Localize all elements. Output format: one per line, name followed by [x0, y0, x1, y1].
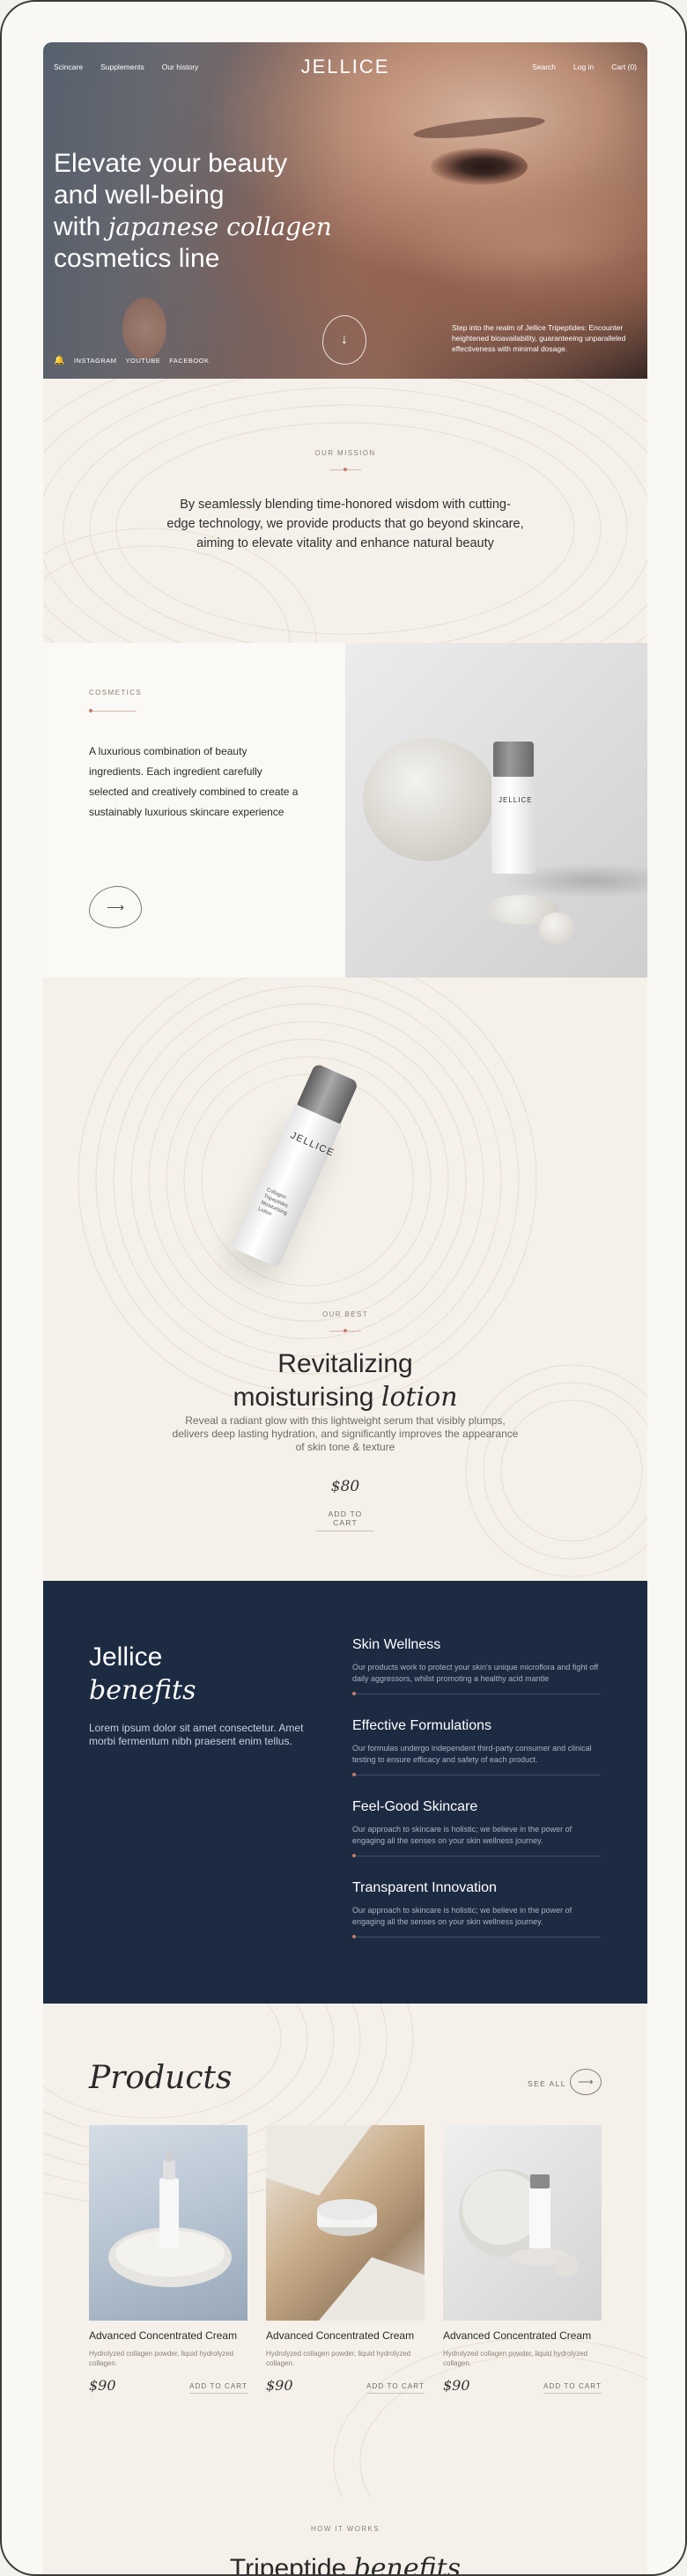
- mission-overline: OUR MISSION: [314, 449, 376, 457]
- product-name[interactable]: Advanced Concentrated Cream: [89, 2329, 247, 2342]
- product-image[interactable]: [266, 2125, 425, 2321]
- product-desc: Hydrolyzed collagen powder, liquid hydro…: [89, 2350, 234, 2367]
- product-image[interactable]: [89, 2125, 247, 2321]
- benefit-item: Skin Wellness Our products work to prote…: [352, 1637, 601, 1695]
- cosmetics-image: JELLICE: [345, 643, 647, 978]
- product-name[interactable]: Advanced Concentrated Cream: [266, 2329, 425, 2342]
- divider-dot: [329, 1328, 361, 1333]
- add-to-cart-button[interactable]: ADD TO CART: [316, 1509, 374, 1532]
- social-facebook[interactable]: FACEBOOK: [169, 357, 209, 365]
- benefit-title: Effective Formulations: [352, 1718, 491, 1733]
- nav-link-our-history[interactable]: Our history: [162, 63, 199, 71]
- logo[interactable]: JELLICE: [301, 55, 390, 78]
- best-price: $80: [330, 1478, 360, 1495]
- best-overline: OUR BEST: [321, 1310, 369, 1318]
- benefits-title: Jellice benefits: [89, 1642, 196, 1706]
- see-all-button[interactable]: ⟶: [570, 2069, 602, 2095]
- mission-section: OUR MISSION By seamlessly blending time-…: [43, 379, 647, 643]
- benefits-section: Jellice benefits Lorem ipsum dolor sit a…: [43, 1581, 647, 2004]
- nav-link-supplements[interactable]: Supplements: [100, 63, 144, 71]
- best-description: Reveal a radiant glow with this lightwei…: [172, 1414, 519, 1453]
- product-desc: Hydrolyzed collagen powder, liquid hydro…: [443, 2350, 588, 2367]
- benefit-item: Effective Formulations Our formulas unde…: [352, 1718, 601, 1776]
- benefit-title: Feel-Good Skincare: [352, 1799, 478, 1814]
- social-youtube[interactable]: YOUTUBE: [125, 357, 160, 365]
- cosmetics-text: A luxurious combination of beauty ingred…: [89, 745, 299, 818]
- nav-search-link[interactable]: Search: [532, 63, 556, 71]
- benefit-text: Our approach to skincare is holistic; we…: [352, 1906, 572, 1926]
- see-all-link[interactable]: SEE ALL: [528, 2079, 566, 2088]
- products-title: Products: [89, 2060, 233, 2096]
- browser-frame: Scincare Supplements Our history JELLICE…: [0, 0, 687, 2576]
- divider-dot: [89, 708, 137, 713]
- hero-note: Step into the realm of Jellice Tripeptid…: [452, 323, 626, 353]
- arrow-right-icon: ⟶: [106, 899, 125, 914]
- product-card[interactable]: Advanced Concentrated Cream Hydrolyzed c…: [443, 2125, 602, 2394]
- hero-title: Elevate your beauty and well-being with …: [54, 149, 332, 273]
- benefit-text: Our products work to protect your skin's…: [352, 1663, 599, 1683]
- arrow-right-icon: ⟶: [578, 2076, 594, 2088]
- nav-cart-link[interactable]: Cart (0): [611, 63, 637, 71]
- product-bottle: JELLICE: [491, 742, 536, 874]
- top-nav: Scincare Supplements Our history JELLICE…: [54, 55, 637, 78]
- product-price: $90: [266, 2377, 293, 2394]
- scroll-down-button[interactable]: ↓: [322, 315, 366, 365]
- product-card[interactable]: Advanced Concentrated Cream Hydrolyzed c…: [89, 2125, 247, 2394]
- hero-section: Scincare Supplements Our history JELLICE…: [43, 42, 647, 379]
- product-name[interactable]: Advanced Concentrated Cream: [443, 2329, 602, 2342]
- arrow-down-icon: ↓: [341, 332, 348, 347]
- benefit-text: Our formulas undergo independent third-p…: [352, 1744, 592, 1764]
- add-to-cart-button[interactable]: ADD TO CART: [366, 2382, 425, 2394]
- mission-text: By seamlessly blending time-honored wisd…: [166, 498, 524, 550]
- featured-product-bottle[interactable]: JELLICE Collagen Tripeptides Moisturisin…: [231, 1062, 361, 1268]
- benefit-title: Transparent Innovation: [352, 1880, 497, 1895]
- cosmetics-overline: COSMETICS: [89, 689, 143, 697]
- best-title: Revitalizing moisturising lotion: [233, 1349, 458, 1413]
- benefit-text: Our approach to skincare is holistic; we…: [352, 1825, 572, 1845]
- nav-right: Search Log in Cart (0): [532, 63, 637, 71]
- add-to-cart-button[interactable]: ADD TO CART: [189, 2382, 247, 2394]
- cosmetics-arrow-button[interactable]: ⟶: [89, 886, 142, 928]
- best-product-section: JELLICE Collagen Tripeptides Moisturisin…: [43, 978, 647, 1581]
- benefits-subtitle: Lorem ipsum dolor sit amet consectetur. …: [89, 1722, 304, 1747]
- product-price: $90: [443, 2377, 470, 2394]
- benefit-item: Transparent Innovation Our approach to s…: [352, 1880, 601, 1938]
- benefit-title: Skin Wellness: [352, 1637, 441, 1652]
- product-price: $90: [89, 2377, 116, 2394]
- small-rock: [539, 912, 574, 944]
- nav-link-skincare[interactable]: Scincare: [54, 63, 83, 71]
- add-to-cart-button[interactable]: ADD TO CART: [543, 2382, 602, 2394]
- nav-left: Scincare Supplements Our history: [54, 63, 198, 71]
- product-desc: Hydrolyzed collagen powder, liquid hydro…: [266, 2350, 411, 2367]
- how-it-works-section: HOW IT WORKS Tripeptide benefits: [43, 2497, 647, 2576]
- product-card[interactable]: Advanced Concentrated Cream Hydrolyzed c…: [266, 2125, 425, 2394]
- nav-login-link[interactable]: Log in: [573, 63, 594, 71]
- divider: [352, 1935, 601, 1938]
- divider-dot: [329, 467, 361, 472]
- how-title: Tripeptide benefits: [229, 2553, 462, 2576]
- page: Scincare Supplements Our history JELLICE…: [43, 42, 647, 2576]
- cosmetics-panel: COSMETICS A luxurious combination of bea…: [43, 643, 345, 978]
- how-overline: HOW IT WORKS: [311, 2525, 380, 2533]
- social-instagram[interactable]: INSTAGRAM: [74, 357, 117, 365]
- product-image[interactable]: [443, 2125, 602, 2321]
- bell-icon[interactable]: 🔔: [54, 356, 65, 365]
- coral-rock: [363, 738, 495, 861]
- products-section: Products SEE ALL ⟶ Advanced Concentrated…: [43, 2004, 647, 2497]
- benefit-item: Feel-Good Skincare Our approach to skinc…: [352, 1799, 601, 1857]
- social-links: 🔔 INSTAGRAM YOUTUBE FACEBOOK: [54, 356, 210, 365]
